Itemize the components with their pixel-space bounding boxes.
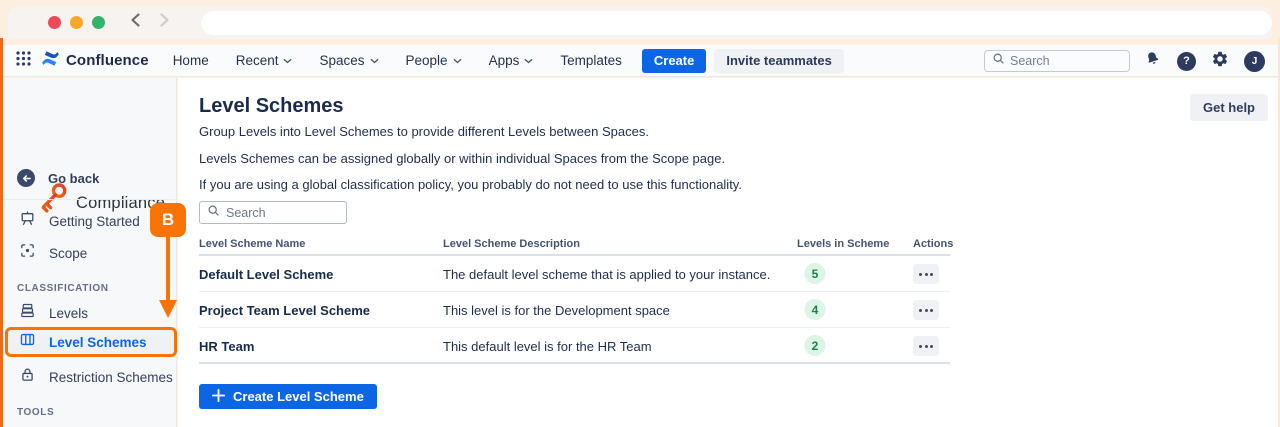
lock-icon — [19, 366, 36, 388]
column-header-name: Level Scheme Name — [199, 238, 305, 250]
nav-item-templates[interactable]: Templates — [560, 53, 622, 68]
table-search-input[interactable] — [226, 206, 339, 220]
columns-book-icon — [19, 331, 36, 353]
description-paragraph: If you are using a global classification… — [199, 177, 742, 192]
create-button[interactable]: Create — [642, 49, 706, 73]
annotation-arrow-head-icon — [159, 300, 177, 318]
notifications-bell-icon[interactable] — [1142, 48, 1165, 74]
chevron-down-icon — [453, 58, 462, 64]
sidebar-item-levels[interactable]: Levels — [9, 299, 173, 327]
sidebar-section-tools: TOOLS — [17, 407, 54, 418]
chevron-down-icon — [524, 58, 533, 64]
minimize-window-icon[interactable] — [70, 16, 83, 29]
easel-icon — [19, 210, 36, 232]
global-search[interactable] — [984, 50, 1130, 72]
sidebar-item-scope[interactable]: Scope — [9, 239, 173, 267]
level-schemes-table: Level Scheme Name Level Scheme Descripti… — [199, 236, 950, 364]
sidebar-item-restriction-schemes[interactable]: Restriction Schemes — [9, 363, 173, 391]
sidebar: Compliance Go back Getting Started Scope… — [3, 78, 177, 427]
row-actions-button[interactable] — [913, 264, 939, 284]
logo-wordmark: Confluence — [66, 52, 149, 69]
chevron-down-icon — [370, 58, 379, 64]
nav-item-apps[interactable]: Apps — [489, 53, 534, 68]
close-window-icon[interactable] — [48, 16, 61, 29]
table-row: Default Level Scheme The default level s… — [199, 256, 950, 292]
help-icon[interactable]: ? — [1177, 52, 1196, 71]
get-help-button[interactable]: Get help — [1190, 94, 1268, 121]
scope-target-icon — [19, 242, 36, 264]
description-paragraph: Group Levels into Level Schemes to provi… — [199, 124, 649, 139]
sidebar-section-classification: CLASSIFICATION — [17, 283, 109, 294]
confluence-logo[interactable]: Confluence — [41, 49, 149, 73]
column-header-description: Level Scheme Description — [443, 238, 580, 250]
main-content: Level Schemes Get help Group Levels into… — [178, 78, 1278, 427]
settings-gear-icon[interactable] — [1211, 50, 1229, 73]
description-paragraph: Levels Schemes can be assigned globally … — [199, 151, 725, 166]
chevron-down-icon — [283, 58, 292, 64]
browser-forward-icon[interactable] — [158, 12, 171, 33]
scheme-name: Project Team Level Scheme — [199, 303, 370, 318]
scheme-name: HR Team — [199, 339, 254, 354]
arrow-left-icon — [17, 169, 35, 187]
scheme-name: Default Level Scheme — [199, 267, 333, 282]
plus-icon — [212, 389, 225, 405]
table-header: Level Scheme Name Level Scheme Descripti… — [199, 236, 950, 256]
maximize-window-icon[interactable] — [92, 16, 105, 29]
column-header-actions: Actions — [913, 238, 953, 250]
stacked-layers-icon — [19, 302, 36, 324]
url-bar[interactable] — [201, 11, 1272, 35]
annotation-arrow-line — [166, 237, 170, 301]
invite-teammates-button[interactable]: Invite teammates — [714, 49, 844, 73]
levels-count-badge: 5 — [805, 263, 826, 284]
app-switcher-icon[interactable] — [16, 51, 31, 71]
scheme-description: This level is for the Development space — [443, 303, 670, 318]
page-title: Level Schemes — [199, 95, 344, 118]
browser-back-icon[interactable] — [129, 12, 142, 33]
annotation-marker-b: B — [150, 203, 186, 237]
go-back-button[interactable]: Go back — [17, 169, 99, 187]
sidebar-item-getting-started[interactable]: Getting Started — [9, 207, 173, 235]
user-avatar[interactable]: J — [1244, 51, 1265, 72]
nav-item-home[interactable]: Home — [173, 53, 209, 68]
sidebar-item-level-schemes[interactable]: Level Schemes — [5, 327, 177, 357]
levels-count-badge: 2 — [805, 335, 826, 356]
confluence-mark-icon — [41, 49, 60, 73]
table-row: Project Team Level Scheme This level is … — [199, 292, 950, 328]
window-controls — [48, 16, 105, 29]
scheme-description: The default level scheme that is applied… — [443, 267, 770, 282]
table-row: HR Team This default level is for the HR… — [199, 328, 950, 364]
search-icon — [207, 204, 220, 222]
column-header-levels: Levels in Scheme — [797, 238, 889, 250]
create-level-scheme-button[interactable]: Create Level Scheme — [199, 384, 377, 409]
nav-item-people[interactable]: People — [406, 53, 462, 68]
table-search[interactable] — [199, 201, 347, 224]
nav-item-recent[interactable]: Recent — [236, 53, 293, 68]
row-actions-button[interactable] — [913, 336, 939, 356]
global-search-input[interactable] — [1010, 54, 1122, 68]
browser-chrome — [8, 6, 1272, 39]
scheme-description: This default level is for the HR Team — [443, 339, 652, 354]
top-navigation-bar: Confluence Home Recent Spaces People App… — [3, 45, 1278, 77]
row-actions-button[interactable] — [913, 300, 939, 320]
levels-count-badge: 4 — [805, 299, 826, 320]
nav-item-spaces[interactable]: Spaces — [319, 53, 378, 68]
search-icon — [992, 52, 1005, 70]
